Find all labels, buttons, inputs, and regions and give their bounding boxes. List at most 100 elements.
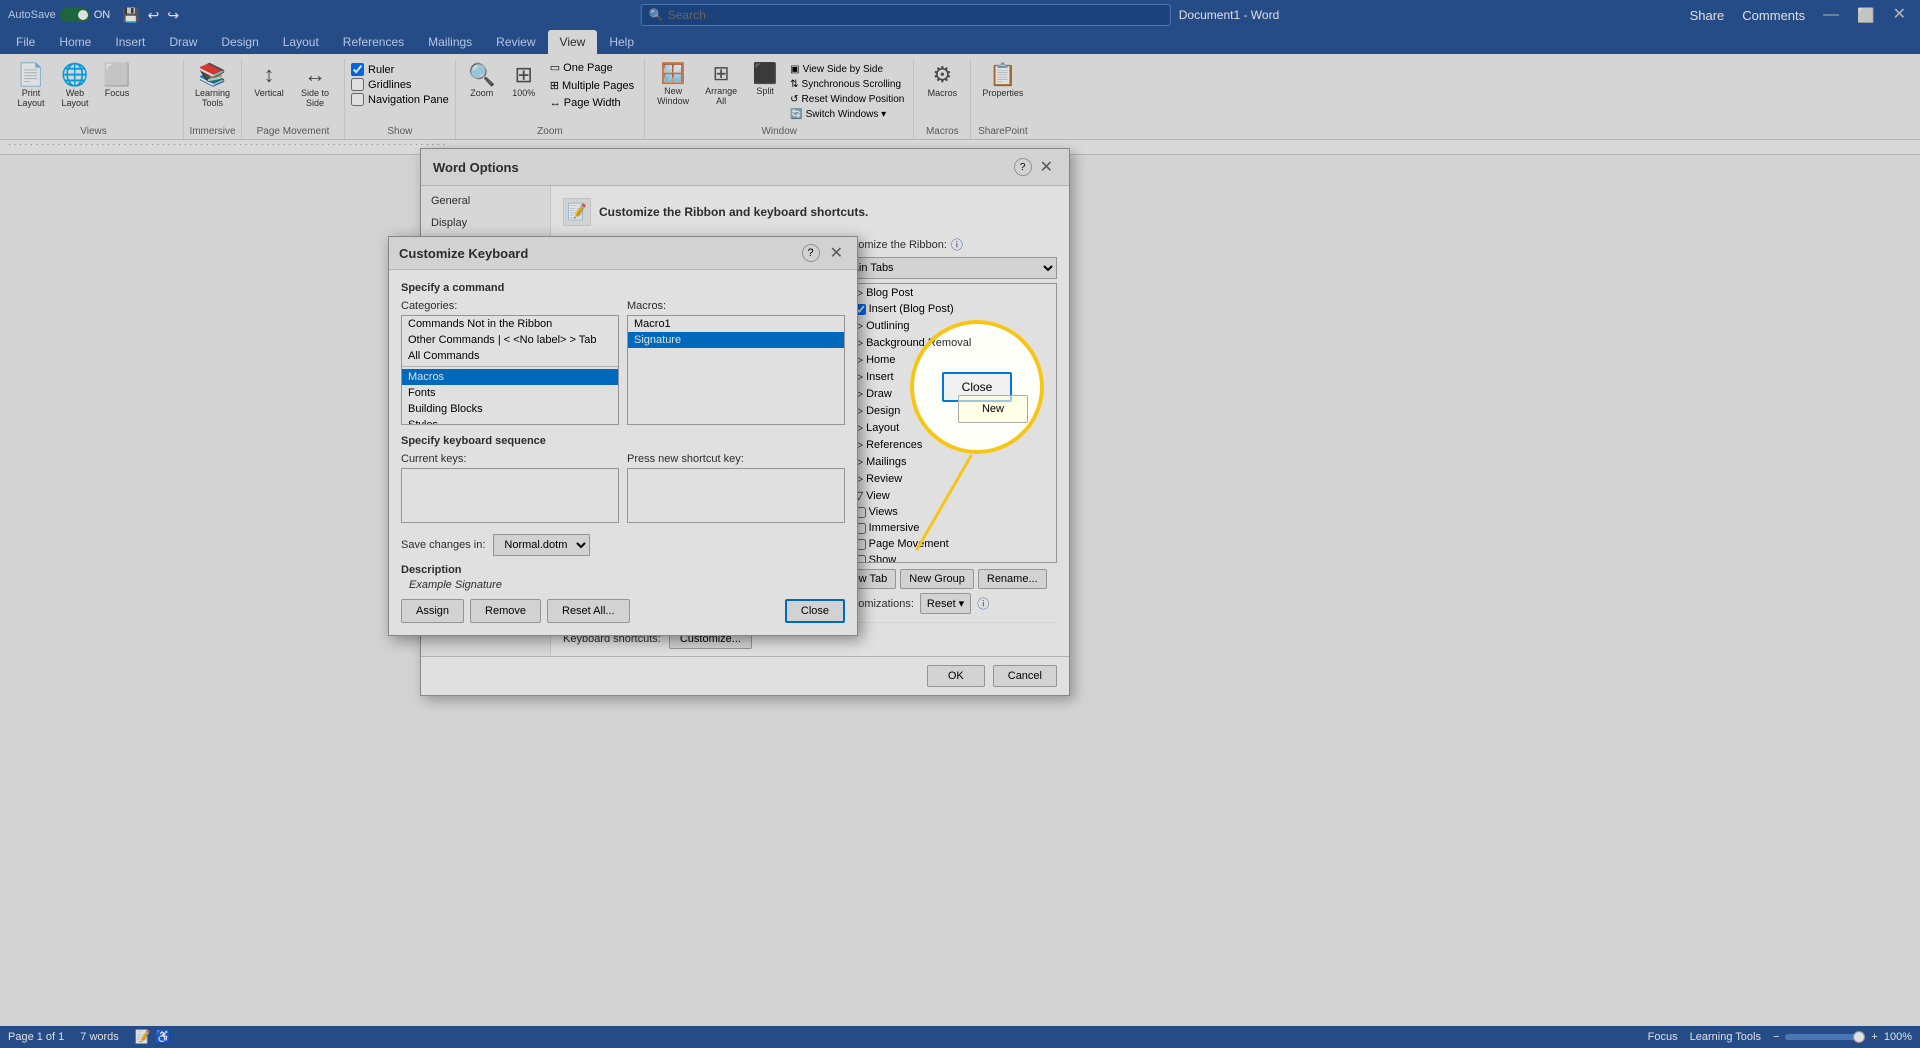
zoom-out-icon[interactable]: − — [1773, 1031, 1779, 1043]
tab-references[interactable]: References — [331, 30, 416, 54]
reset-dropdown-btn[interactable]: Reset ▾ — [920, 593, 971, 614]
ckb-save-select[interactable]: Normal.dotm — [493, 534, 590, 556]
ribbon-tree-item-design[interactable]: ▷ Design — [837, 402, 1056, 419]
ribbon-tree-item-blog-post[interactable]: ▷ Blog Post — [837, 284, 1056, 301]
minimize-button[interactable]: — — [1817, 0, 1845, 30]
ribbon-tree-item-views[interactable]: Views — [837, 504, 1056, 520]
tab-mailings[interactable]: Mailings — [416, 30, 484, 54]
tab-layout[interactable]: Layout — [271, 30, 331, 54]
gridlines-checkbox[interactable] — [351, 78, 364, 91]
word-options-cancel-btn[interactable]: Cancel — [993, 665, 1057, 687]
ckb-help-btn[interactable]: ? — [802, 244, 820, 262]
zoom-in-icon[interactable]: + — [1871, 1031, 1877, 1043]
ckb-close-btn-x[interactable]: ✕ — [826, 243, 847, 263]
close-window-button[interactable]: ✕ — [1887, 0, 1912, 30]
sidebar-item-display[interactable]: Display — [421, 212, 550, 234]
zoom-slider-thumb[interactable] — [1853, 1031, 1865, 1043]
zoom-100-btn[interactable]: ⊞ 100% — [506, 59, 542, 101]
ruler-checkbox[interactable] — [351, 63, 364, 76]
side-to-side-btn[interactable]: ↔ Side toSide — [292, 59, 338, 111]
tab-home[interactable]: Home — [47, 30, 103, 54]
web-layout-btn[interactable]: 🌐 WebLayout — [54, 59, 96, 111]
redo-button[interactable]: ↪ — [165, 5, 181, 26]
customize-ribbon-select[interactable]: Main Tabs — [836, 257, 1057, 279]
tab-review[interactable]: Review — [484, 30, 547, 54]
properties-btn[interactable]: 📋 Properties — [977, 59, 1028, 101]
zoom-btn[interactable]: 🔍 Zoom — [462, 59, 502, 101]
ribbon-tree-item-page-move[interactable]: Page Movement — [837, 536, 1056, 552]
comments-button[interactable]: Comments — [1736, 6, 1811, 25]
nav-pane-checkbox-label[interactable]: Navigation Pane — [351, 93, 449, 106]
switch-windows-btn[interactable]: 🔄 Switch Windows ▾ — [787, 108, 907, 121]
ribbon-tree-item-review[interactable]: ▷ Review — [837, 470, 1056, 487]
gridlines-checkbox-label[interactable]: Gridlines — [351, 78, 449, 91]
tab-draw[interactable]: Draw — [157, 30, 209, 54]
multiple-pages-btn[interactable]: ⊞ Multiple Pages — [546, 77, 638, 94]
ckb-cat-not-in-ribbon[interactable]: Commands Not in the Ribbon — [402, 316, 618, 332]
ckb-assign-btn[interactable]: Assign — [401, 599, 464, 623]
nav-pane-checkbox[interactable] — [351, 93, 364, 106]
ribbon-tree[interactable]: ▷ Blog Post Insert (Blog Post) ▷ Outlini… — [836, 283, 1057, 563]
customize-ribbon-help-icon[interactable]: ⓘ — [951, 236, 963, 253]
macros-btn[interactable]: ⚙ Macros — [920, 59, 964, 101]
tab-insert[interactable]: Insert — [103, 30, 157, 54]
synchronous-scrolling-btn[interactable]: ⇅ Synchronous Scrolling — [787, 78, 907, 91]
view-side-by-side-btn[interactable]: ▣ View Side by Side — [787, 63, 907, 76]
ckb-remove-btn[interactable]: Remove — [470, 599, 541, 623]
word-options-help-btn[interactable]: ? — [1014, 158, 1032, 176]
learning-tools-btn[interactable]: 📚 LearningTools — [190, 59, 235, 111]
ribbon-tree-item-draw[interactable]: ▷ Draw — [837, 385, 1056, 402]
rename-btn[interactable]: Rename... — [978, 569, 1047, 589]
ckb-cat-other-commands[interactable]: Other Commands | < <No label> > Tab — [402, 332, 618, 348]
ribbon-tree-item-view[interactable]: ▽ View — [837, 487, 1056, 504]
ribbon-tree-item-home[interactable]: ▷ Home — [837, 351, 1056, 368]
reset-window-pos-btn[interactable]: ↺ Reset Window Position — [787, 93, 907, 106]
word-options-ok-btn[interactable]: OK — [927, 665, 985, 687]
spelling-icon[interactable]: 📝 — [135, 1029, 151, 1045]
customizations-help-icon[interactable]: ⓘ — [977, 595, 989, 612]
autosave-toggle[interactable] — [60, 8, 90, 22]
ckb-new-shortcut-textarea[interactable] — [627, 468, 845, 523]
ckb-macro-macro1[interactable]: Macro1 — [628, 316, 844, 332]
ribbon-tree-item-insert-blog[interactable]: Insert (Blog Post) — [837, 301, 1056, 317]
ckb-macros-listbox[interactable]: Macro1 Signature — [627, 315, 845, 425]
share-button[interactable]: Share — [1684, 6, 1731, 25]
save-button[interactable]: 💾 — [120, 5, 141, 26]
focus-btn[interactable]: ⬜ Focus — [98, 59, 136, 101]
maximize-button[interactable]: ⬜ — [1851, 0, 1880, 30]
ribbon-tree-item-layout[interactable]: ▷ Layout — [837, 419, 1056, 436]
new-group-btn[interactable]: New Group — [900, 569, 974, 589]
vertical-btn[interactable]: ↕ Vertical — [248, 59, 290, 101]
ckb-cat-all-commands[interactable]: All Commands — [402, 348, 618, 364]
ckb-cat-fonts[interactable]: Fonts — [402, 385, 618, 401]
ckb-reset-all-btn[interactable]: Reset All... — [547, 599, 630, 623]
tab-help[interactable]: Help — [597, 30, 646, 54]
ribbon-tree-item-immersive[interactable]: Immersive — [837, 520, 1056, 536]
one-page-btn[interactable]: ▭ One Page — [546, 59, 638, 76]
ribbon-tree-item-insert[interactable]: ▷ Insert — [837, 368, 1056, 385]
arrange-all-btn[interactable]: ⊞ ArrangeAll — [699, 59, 743, 108]
new-window-btn[interactable]: 🪟 NewWindow — [651, 59, 695, 108]
undo-button[interactable]: ↩ — [146, 5, 162, 26]
ribbon-tree-item-outlining[interactable]: ▷ Outlining — [837, 317, 1056, 334]
page-width-btn[interactable]: ↔ Page Width — [546, 95, 638, 111]
tab-view[interactable]: View — [548, 30, 598, 54]
ckb-current-keys-textarea[interactable] — [401, 468, 619, 523]
tab-file[interactable]: File — [4, 30, 47, 54]
ckb-cat-macros[interactable]: Macros — [402, 369, 618, 385]
ckb-macro-signature[interactable]: Signature — [628, 332, 844, 348]
accessibility-icon[interactable]: ♿ — [155, 1029, 171, 1045]
print-layout-btn[interactable]: 📄 PrintLayout — [10, 59, 52, 111]
sidebar-item-general[interactable]: General — [421, 190, 550, 212]
search-input[interactable] — [641, 4, 1171, 26]
ribbon-tree-item-show[interactable]: Show — [837, 552, 1056, 563]
word-options-close-btn[interactable]: ✕ — [1036, 157, 1057, 177]
ckb-cat-building-blocks[interactable]: Building Blocks — [402, 401, 618, 417]
zoom-level[interactable]: 100% — [1884, 1031, 1912, 1043]
ribbon-tree-item-mailings[interactable]: ▷ Mailings — [837, 453, 1056, 470]
ruler-checkbox-label[interactable]: Ruler — [351, 63, 449, 76]
ribbon-tree-item-references[interactable]: ▷ References — [837, 436, 1056, 453]
tab-design[interactable]: Design — [209, 30, 270, 54]
zoom-slider[interactable] — [1785, 1034, 1865, 1040]
ckb-cat-styles[interactable]: Styles — [402, 417, 618, 425]
